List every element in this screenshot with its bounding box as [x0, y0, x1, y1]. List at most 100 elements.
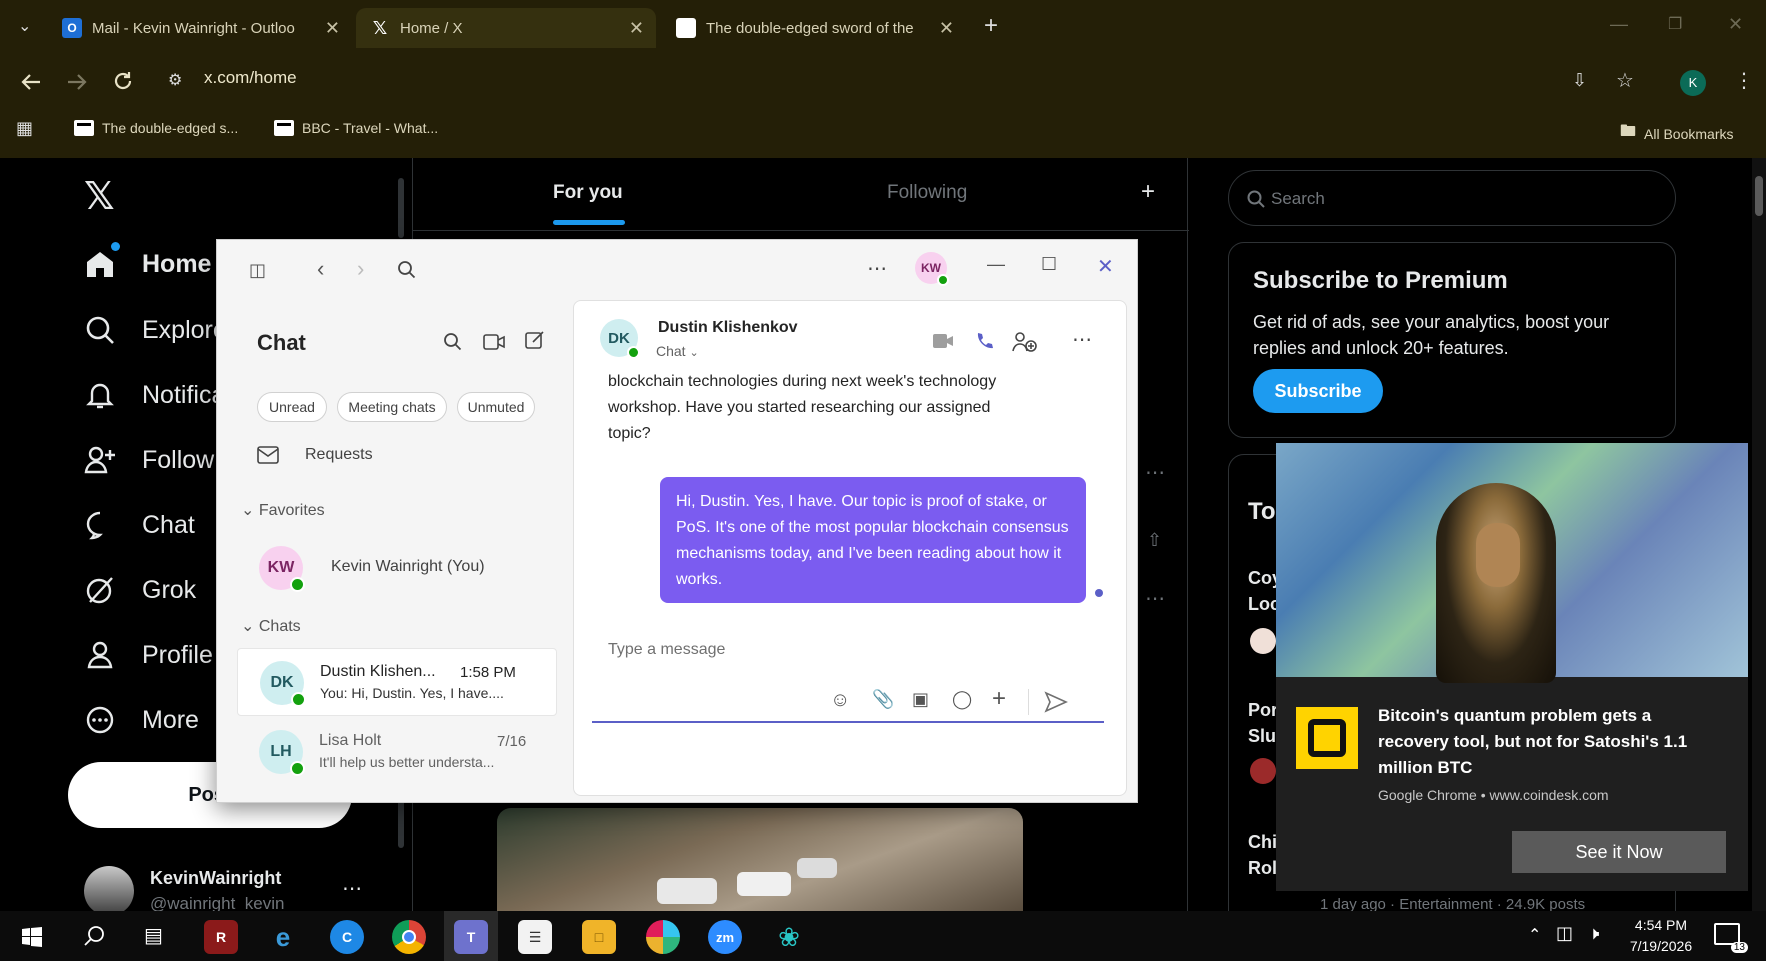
nav-follow[interactable]: Follow — [84, 444, 214, 476]
restore-window-button[interactable]: ❐ — [1668, 14, 1682, 34]
notepad-icon[interactable]: ☰ — [518, 920, 552, 954]
add-tab-icon[interactable]: + — [1141, 178, 1155, 206]
reload-icon[interactable] — [112, 70, 134, 92]
file-explorer-icon[interactable]: □ — [582, 920, 616, 954]
post-media-image[interactable] — [497, 808, 1023, 928]
video-call-icon[interactable] — [932, 333, 954, 349]
video-call-icon[interactable] — [483, 334, 505, 350]
chats-section-toggle[interactable]: ⌄ Chats — [241, 616, 301, 636]
network-icon[interactable]: ◫ — [1556, 923, 1573, 944]
chevron-up-icon[interactable]: ⌃ — [1528, 925, 1541, 945]
compose-box[interactable]: Type a message ☺ 📎 ▣ ◯ + — [592, 619, 1104, 723]
tab-outlook[interactable]: O Mail - Kevin Wainright - Outloo ✕ — [62, 8, 340, 48]
tab-article[interactable]: The double-edged sword of the ✕ — [676, 8, 954, 48]
close-tab-icon[interactable]: ✕ — [629, 18, 644, 39]
search-icon[interactable] — [84, 925, 106, 947]
ccleaner-icon[interactable]: C — [330, 920, 364, 954]
outgoing-message-bubble[interactable]: Hi, Dustin. Yes, I have. Our topic is pr… — [660, 477, 1086, 603]
notification-center-icon[interactable]: 13 — [1714, 923, 1748, 953]
avatar[interactable]: DK — [600, 319, 640, 359]
x-logo-icon[interactable]: 𝕏 — [84, 174, 115, 219]
minimize-button[interactable]: — — [987, 254, 1005, 275]
nav-chat[interactable]: Chat — [84, 509, 195, 541]
edge-legacy-icon[interactable]: e — [266, 920, 300, 954]
send-icon[interactable] — [1044, 691, 1068, 713]
filter-unmuted[interactable]: Unmuted — [457, 392, 535, 422]
apps-grid-icon[interactable]: ▦ — [16, 118, 33, 139]
all-bookmarks-button[interactable]: 🖿 All Bookmarks — [1620, 120, 1733, 147]
back-icon[interactable] — [20, 72, 42, 92]
trend-item[interactable]: Slu — [1248, 726, 1276, 747]
browser-menu-icon[interactable]: ⋮ — [1734, 68, 1754, 93]
site-settings-icon[interactable]: ⚙ — [168, 70, 182, 90]
nav-grok[interactable]: Grok — [84, 574, 196, 606]
new-tab-button[interactable]: + — [984, 12, 998, 40]
tab-x-home[interactable]: 𝕏 Home / X ✕ — [356, 8, 656, 48]
zoom-icon[interactable]: zm — [708, 920, 742, 954]
install-app-icon[interactable]: ⇩ — [1572, 70, 1587, 91]
trend-item[interactable]: Chi — [1248, 832, 1277, 853]
avatar[interactable]: KW — [915, 252, 949, 286]
favorites-section-toggle[interactable]: ⌄ Favorites — [241, 500, 325, 520]
more-icon[interactable]: ⋯ — [1145, 460, 1165, 485]
share-icon[interactable]: ⇧ — [1147, 530, 1162, 551]
tab-for-you[interactable]: For you — [413, 158, 801, 228]
add-people-icon[interactable] — [1012, 331, 1038, 353]
back-icon[interactable]: ‹ — [317, 256, 324, 282]
address-bar[interactable]: x.com/home — [204, 68, 297, 88]
windows-start-icon[interactable] — [22, 927, 42, 947]
app-icon[interactable]: ❀ — [772, 920, 806, 954]
close-window-button[interactable]: ✕ — [1728, 14, 1743, 35]
sidebar-toggle-icon[interactable]: ◫ — [249, 260, 266, 281]
sidebar-scrollbar[interactable] — [398, 798, 404, 848]
tab-following[interactable]: Following — [801, 158, 1141, 228]
chrome-icon[interactable] — [392, 920, 426, 954]
account-menu-icon[interactable]: ⋯ — [342, 876, 362, 901]
search-icon[interactable] — [443, 332, 463, 352]
emoji-icon[interactable]: ☺ — [830, 689, 850, 712]
search-icon[interactable] — [397, 260, 417, 280]
filter-unread[interactable]: Unread — [257, 392, 327, 422]
clock[interactable]: 4:54 PM 7/19/2026 — [1622, 915, 1700, 957]
avatar[interactable] — [84, 866, 134, 916]
slack-icon[interactable] — [646, 920, 680, 954]
maximize-button[interactable]: ☐ — [1041, 254, 1057, 275]
nav-home[interactable]: Home — [84, 242, 211, 280]
tab-list-chevron-icon[interactable]: ⌄ — [18, 16, 31, 36]
bookmark-star-icon[interactable]: ☆ — [1616, 68, 1634, 93]
forward-icon[interactable] — [66, 72, 88, 92]
conversation-subtitle-dropdown[interactable]: Chat ⌄ — [656, 343, 699, 359]
bookmark-item[interactable]: The double-edged s... — [74, 120, 238, 136]
close-button[interactable]: ✕ — [1097, 254, 1114, 279]
task-view-icon[interactable]: ▤ — [144, 923, 163, 948]
nav-more[interactable]: More — [84, 704, 199, 736]
trend-item[interactable]: Por — [1248, 700, 1278, 721]
nav-profile[interactable]: Profile — [84, 639, 213, 671]
search-box[interactable]: Search — [1228, 170, 1676, 226]
new-chat-icon[interactable] — [525, 330, 545, 350]
forward-icon[interactable]: › — [357, 256, 364, 282]
phone-icon[interactable] — [974, 331, 994, 351]
page-scrollbar[interactable] — [1752, 158, 1766, 928]
trend-item[interactable]: Rol — [1248, 858, 1277, 879]
favorite-item[interactable]: KW Kevin Wainright (You) — [245, 540, 555, 596]
filter-meeting-chats[interactable]: Meeting chats — [337, 392, 447, 422]
bookmark-item[interactable]: BBC - Travel - What... — [274, 120, 438, 136]
loop-icon[interactable]: ◯ — [952, 689, 972, 710]
image-icon[interactable]: ▣ — [912, 689, 929, 710]
nav-explore[interactable]: Explore — [84, 314, 227, 346]
close-tab-icon[interactable]: ✕ — [939, 18, 954, 39]
subscribe-button[interactable]: Subscribe — [1253, 369, 1383, 413]
attach-icon[interactable]: 📎 — [872, 689, 894, 710]
sidebar-scrollbar[interactable] — [398, 178, 404, 238]
chat-list-item-selected[interactable]: DK Dustin Klishen... 1:58 PM You: Hi, Du… — [237, 648, 557, 716]
plus-icon[interactable]: + — [992, 685, 1006, 713]
winrar-icon[interactable]: R — [204, 920, 238, 954]
volume-icon[interactable]: 🕨 — [1588, 923, 1599, 944]
chrome-notification-toast[interactable]: Bitcoin's quantum problem gets a recover… — [1276, 443, 1748, 891]
profile-avatar[interactable]: K — [1680, 70, 1706, 96]
chat-list-item[interactable]: LH Lisa Holt 7/16 It'll help us better u… — [237, 718, 557, 786]
more-options-icon[interactable]: ⋯ — [867, 256, 887, 281]
requests-item[interactable]: Requests — [257, 446, 373, 464]
close-tab-icon[interactable]: ✕ — [325, 18, 340, 39]
